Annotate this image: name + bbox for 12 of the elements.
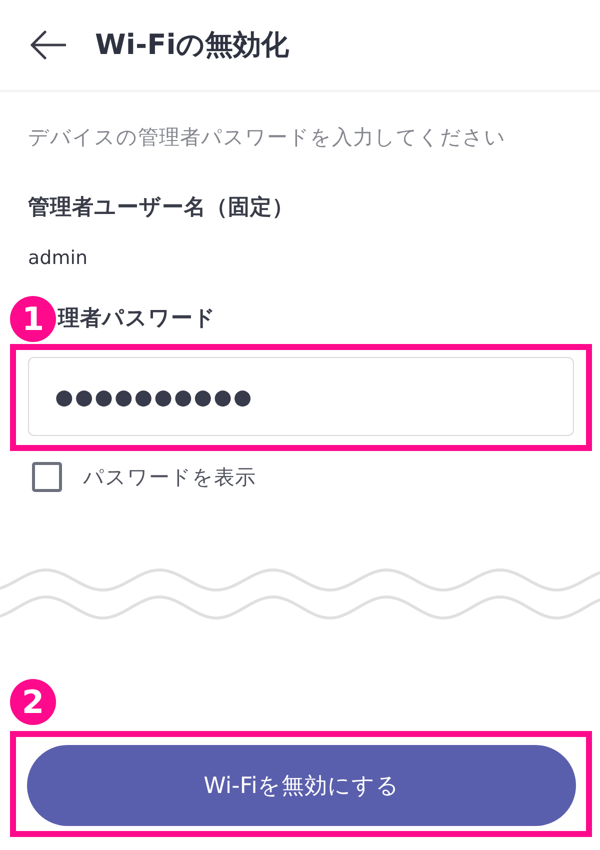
instruction-text: デバイスの管理者パスワードを入力してください [28, 124, 506, 151]
disable-wifi-button[interactable]: Wi-Fiを無効にする [27, 745, 576, 826]
show-password-label: パスワードを表示 [83, 464, 256, 491]
callout-number-badge: 2 [10, 679, 56, 725]
username-value: admin [28, 246, 88, 271]
page-title: Wi-Fiの無効化 [95, 28, 289, 62]
callout-number-badge: 1 [10, 296, 56, 342]
password-field[interactable]: ●●●●●●●●●● [28, 357, 574, 436]
back-arrow-icon[interactable] [30, 30, 66, 60]
username-label: 管理者ユーザー名（固定） [28, 194, 294, 222]
password-label: 理者パスワード [58, 305, 216, 333]
show-password-checkbox[interactable] [32, 462, 62, 492]
